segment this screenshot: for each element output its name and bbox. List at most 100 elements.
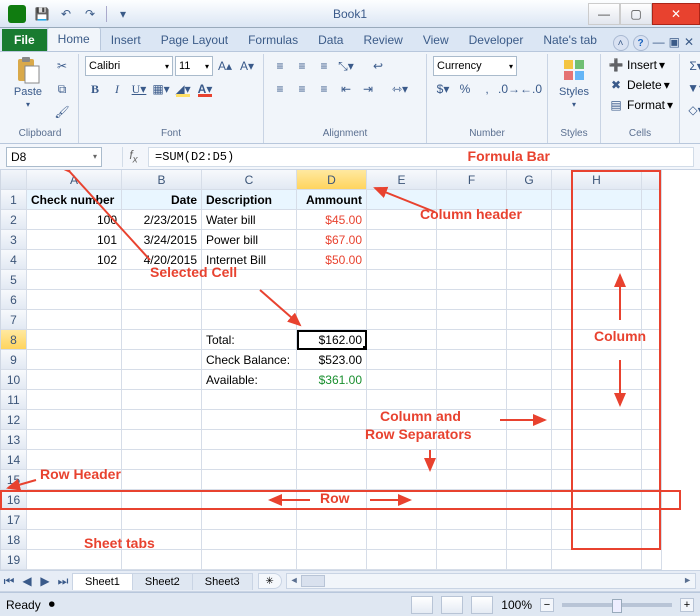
increase-indent-button[interactable]: ⇥: [358, 79, 378, 99]
help-button[interactable]: ?: [633, 35, 649, 51]
cell-A13[interactable]: [27, 430, 122, 450]
cell-edge-4[interactable]: [642, 250, 662, 270]
cell-G7[interactable]: [507, 310, 552, 330]
cell-A11[interactable]: [27, 390, 122, 410]
delete-cells-button[interactable]: ✖Delete▾: [607, 76, 670, 94]
increase-font-button[interactable]: A▴: [215, 56, 235, 76]
cell-C8[interactable]: Total:: [202, 330, 297, 350]
cell-edge-11[interactable]: [642, 390, 662, 410]
cell-C10[interactable]: Available:: [202, 370, 297, 390]
align-center-button[interactable]: ≡: [292, 79, 312, 99]
font-size-select[interactable]: 11▾: [175, 56, 213, 76]
cell-C16[interactable]: [202, 490, 297, 510]
row-header-19[interactable]: 19: [1, 550, 27, 570]
maximize-button[interactable]: ▢: [620, 3, 652, 25]
sheet-nav-next[interactable]: ▶: [36, 572, 54, 590]
cell-G13[interactable]: [507, 430, 552, 450]
cell-C11[interactable]: [202, 390, 297, 410]
cell-G1[interactable]: [507, 190, 552, 210]
name-box[interactable]: D8▾: [6, 147, 102, 167]
cell-A14[interactable]: [27, 450, 122, 470]
align-middle-button[interactable]: ≡: [292, 56, 312, 76]
format-painter-button[interactable]: 🖌: [52, 102, 72, 122]
file-tab[interactable]: File: [2, 29, 47, 51]
cell-D19[interactable]: [297, 550, 367, 570]
cell-A12[interactable]: [27, 410, 122, 430]
cell-F6[interactable]: [437, 290, 507, 310]
sheet-nav-last[interactable]: ⏭: [54, 572, 72, 590]
cell-F18[interactable]: [437, 530, 507, 550]
cell-F16[interactable]: [437, 490, 507, 510]
cell-A16[interactable]: [27, 490, 122, 510]
cell-D9[interactable]: $523.00: [297, 350, 367, 370]
cell-C7[interactable]: [202, 310, 297, 330]
cell-H11[interactable]: [552, 390, 642, 410]
underline-button[interactable]: U▾: [129, 79, 149, 99]
sheet-tab-3[interactable]: Sheet3: [192, 573, 253, 590]
cell-B12[interactable]: [122, 410, 202, 430]
increase-decimal-button[interactable]: .0→: [499, 79, 519, 99]
tab-formulas[interactable]: Formulas: [238, 29, 308, 51]
cell-A2[interactable]: 100: [27, 210, 122, 230]
cell-B11[interactable]: [122, 390, 202, 410]
horizontal-scrollbar[interactable]: [286, 573, 696, 589]
row-header-7[interactable]: 7: [1, 310, 27, 330]
merge-center-button[interactable]: ⇿▾: [380, 79, 420, 99]
macro-record-icon[interactable]: ⏺: [49, 597, 55, 612]
worksheet-grid[interactable]: A B C D E F G H 1 Check number Date Desc…: [0, 170, 700, 570]
cell-D4[interactable]: $50.00: [297, 250, 367, 270]
cell-D10[interactable]: $361.00: [297, 370, 367, 390]
zoom-percent[interactable]: 100%: [501, 598, 532, 612]
cell-E6[interactable]: [367, 290, 437, 310]
cell-D17[interactable]: [297, 510, 367, 530]
cell-B4[interactable]: 4/20/2015: [122, 250, 202, 270]
row-header-16[interactable]: 16: [1, 490, 27, 510]
col-header-H[interactable]: H: [552, 170, 642, 190]
row-header-11[interactable]: 11: [1, 390, 27, 410]
format-cells-button[interactable]: ▤Format▾: [607, 96, 673, 114]
cell-G18[interactable]: [507, 530, 552, 550]
cell-E14[interactable]: [367, 450, 437, 470]
cell-edge-8[interactable]: [642, 330, 662, 350]
row-header-17[interactable]: 17: [1, 510, 27, 530]
cell-F5[interactable]: [437, 270, 507, 290]
cell-G15[interactable]: [507, 470, 552, 490]
row-header-8[interactable]: 8: [1, 330, 27, 350]
paste-button[interactable]: Paste ▾: [8, 56, 48, 109]
cell-E16[interactable]: [367, 490, 437, 510]
cell-edge-15[interactable]: [642, 470, 662, 490]
align-bottom-button[interactable]: ≡: [314, 56, 334, 76]
insert-cells-button[interactable]: ➕Insert▾: [607, 56, 665, 74]
cell-C1[interactable]: Description: [202, 190, 297, 210]
cell-B1[interactable]: Date: [122, 190, 202, 210]
close-button[interactable]: ✕: [652, 3, 700, 25]
cell-G17[interactable]: [507, 510, 552, 530]
cell-G14[interactable]: [507, 450, 552, 470]
cell-D18[interactable]: [297, 530, 367, 550]
cell-edge-12[interactable]: [642, 410, 662, 430]
cell-F8[interactable]: [437, 330, 507, 350]
cell-B9[interactable]: [122, 350, 202, 370]
copy-button[interactable]: ⧉: [52, 79, 72, 99]
cell-A1[interactable]: Check number: [27, 190, 122, 210]
cell-edge-17[interactable]: [642, 510, 662, 530]
col-header-E[interactable]: E: [367, 170, 437, 190]
row-header-13[interactable]: 13: [1, 430, 27, 450]
cell-E7[interactable]: [367, 310, 437, 330]
cell-C12[interactable]: [202, 410, 297, 430]
cell-C4[interactable]: Internet Bill: [202, 250, 297, 270]
cell-D14[interactable]: [297, 450, 367, 470]
cell-E2[interactable]: [367, 210, 437, 230]
cell-H17[interactable]: [552, 510, 642, 530]
tab-developer[interactable]: Developer: [459, 29, 534, 51]
cell-B13[interactable]: [122, 430, 202, 450]
zoom-out-button[interactable]: −: [540, 598, 554, 612]
workbook-restore[interactable]: ▣: [669, 35, 680, 51]
fx-button[interactable]: fx: [122, 147, 144, 167]
comma-button[interactable]: ,: [477, 79, 497, 99]
cell-C9[interactable]: Check Balance:: [202, 350, 297, 370]
cell-C5[interactable]: [202, 270, 297, 290]
cell-edge-19[interactable]: [642, 550, 662, 570]
view-normal-button[interactable]: [411, 596, 433, 614]
align-top-button[interactable]: ≡: [270, 56, 290, 76]
